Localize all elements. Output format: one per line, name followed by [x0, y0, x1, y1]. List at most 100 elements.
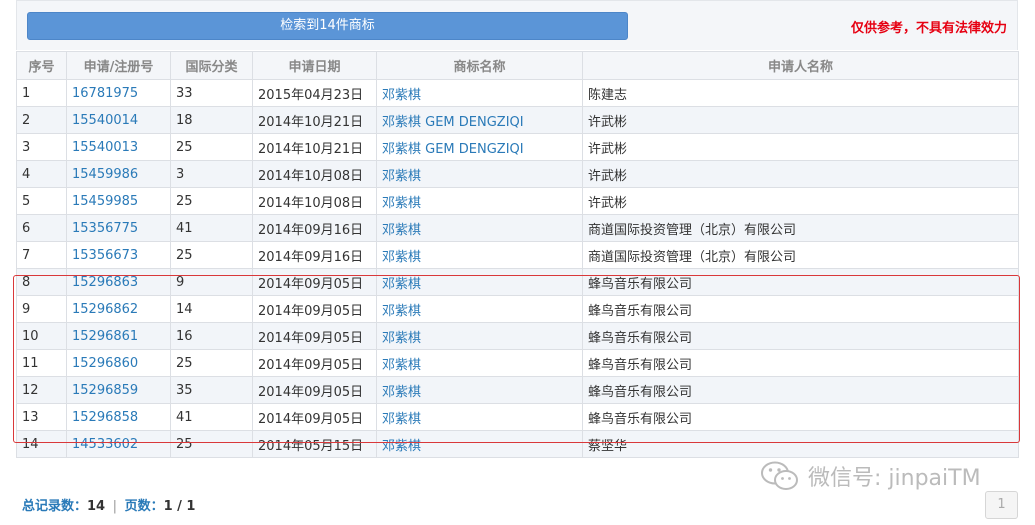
reg-number-link[interactable]: 15296860	[66, 349, 171, 377]
reg-number-link[interactable]: 15459986	[66, 160, 171, 188]
reg-number-link[interactable]: 14533602	[66, 430, 171, 458]
row-index: 10	[16, 322, 67, 350]
row-index: 12	[16, 376, 67, 404]
intl-class: 35	[170, 376, 253, 404]
applicant-name: 许武彬	[582, 133, 1019, 161]
reg-number-link[interactable]: 15296859	[66, 376, 171, 404]
intl-class: 18	[170, 106, 253, 134]
wechat-icon	[761, 461, 798, 490]
table-row: 3 15540013 25 2014年10月21日 邓紫棋 GEM DENGZIQI 许武…	[16, 133, 1019, 161]
applicant-name: 许武彬	[582, 106, 1019, 134]
table-row: 14 14533602 25 2014年05月15日 邓紫棋 蔡坚华	[16, 430, 1019, 458]
reg-number-link[interactable]: 16781975	[66, 79, 171, 107]
application-date: 2014年10月21日	[252, 133, 377, 161]
col-header-applicant: 申请人名称	[582, 51, 1019, 80]
row-index: 9	[16, 295, 67, 323]
table-row: 13 15296858 41 2014年09月05日 邓紫棋 蜂鸟音乐有限公司	[16, 403, 1019, 431]
intl-class: 41	[170, 214, 253, 242]
intl-class: 25	[170, 430, 253, 458]
search-results-button[interactable]: 检索到14件商标	[27, 12, 628, 40]
table-row: 4 15459986 3 2014年10月08日 邓紫棋 许武彬	[16, 160, 1019, 188]
intl-class: 16	[170, 322, 253, 350]
wechat-watermark: 微信号: jinpaiTM	[760, 458, 981, 494]
application-date: 2014年09月05日	[252, 268, 377, 296]
table-row: 2 15540014 18 2014年10月21日 邓紫棋 GEM DENGZIQI 许武…	[16, 106, 1019, 134]
page-count-label: 页数：	[124, 499, 164, 514]
table-row: 11 15296860 25 2014年09月05日 邓紫棋 蜂鸟音乐有限公司	[16, 349, 1019, 377]
table-row: 12 15296859 35 2014年09月05日 邓紫棋 蜂鸟音乐有限公司	[16, 376, 1019, 404]
trademark-name-link[interactable]: 邓紫棋	[376, 241, 583, 269]
intl-class: 25	[170, 241, 253, 269]
page-count-value: 1 / 1	[163, 499, 196, 514]
reg-number-link[interactable]: 15540013	[66, 133, 171, 161]
trademark-name-link[interactable]: 邓紫棋	[376, 403, 583, 431]
application-date: 2014年09月05日	[252, 376, 377, 404]
applicant-name: 许武彬	[582, 160, 1019, 188]
applicant-name: 蜂鸟音乐有限公司	[582, 268, 1019, 296]
application-date: 2014年05月15日	[252, 430, 377, 458]
row-index: 14	[16, 430, 67, 458]
row-index: 2	[16, 106, 67, 134]
trademark-name-link[interactable]: 邓紫棋	[376, 187, 583, 215]
row-index: 7	[16, 241, 67, 269]
intl-class: 3	[170, 160, 253, 188]
reg-number-link[interactable]: 15540014	[66, 106, 171, 134]
applicant-name: 蔡坚华	[582, 430, 1019, 458]
reg-number-link[interactable]: 15356673	[66, 241, 171, 269]
results-toolbar: 检索到14件商标 仅供参考，不具有法律效力	[16, 0, 1018, 50]
reg-number-link[interactable]: 15296862	[66, 295, 171, 323]
reg-number-link[interactable]: 15296863	[66, 268, 171, 296]
trademark-name-link[interactable]: 邓紫棋	[376, 79, 583, 107]
reg-number-link[interactable]: 15356775	[66, 214, 171, 242]
reg-number-link[interactable]: 15296858	[66, 403, 171, 431]
col-header-index: 序号	[16, 51, 67, 80]
row-index: 8	[16, 268, 67, 296]
col-header-date: 申请日期	[252, 51, 377, 80]
trademark-name-link[interactable]: 邓紫棋	[376, 214, 583, 242]
application-date: 2015年04月23日	[252, 79, 377, 107]
application-date: 2014年09月05日	[252, 322, 377, 350]
table-row: 1 16781975 33 2015年04月23日 邓紫棋 陈建志	[16, 79, 1019, 107]
application-date: 2014年10月08日	[252, 187, 377, 215]
row-index: 11	[16, 349, 67, 377]
application-date: 2014年09月16日	[252, 241, 377, 269]
applicant-name: 蜂鸟音乐有限公司	[582, 403, 1019, 431]
intl-class: 33	[170, 79, 253, 107]
row-index: 1	[16, 79, 67, 107]
intl-class: 14	[170, 295, 253, 323]
total-records-label: 总记录数：	[22, 499, 88, 514]
trademark-name-link[interactable]: 邓紫棋	[376, 160, 583, 188]
table-header-row: 序号 申请/注册号 国际分类 申请日期 商标名称 申请人名称	[16, 51, 1019, 80]
row-index: 6	[16, 214, 67, 242]
intl-class: 25	[170, 187, 253, 215]
application-date: 2014年10月08日	[252, 160, 377, 188]
table-row: 6 15356775 41 2014年09月16日 邓紫棋 商道国际投资管理（北京）有限公…	[16, 214, 1019, 242]
trademark-name-link[interactable]: 邓紫棋	[376, 268, 583, 296]
row-index: 3	[16, 133, 67, 161]
trademark-name-link[interactable]: 邓紫棋	[376, 349, 583, 377]
trademark-name-link[interactable]: 邓紫棋	[376, 376, 583, 404]
reg-number-link[interactable]: 15296861	[66, 322, 171, 350]
row-index: 5	[16, 187, 67, 215]
applicant-name: 陈建志	[582, 79, 1019, 107]
applicant-name: 许武彬	[582, 187, 1019, 215]
legal-disclaimer: 仅供参考，不具有法律效力	[850, 21, 1007, 36]
record-summary: 总记录数：14 | 页数：1 / 1	[22, 495, 195, 514]
summary-separator: |	[112, 499, 118, 514]
page-button-1[interactable]: 1	[985, 491, 1018, 519]
application-date: 2014年09月16日	[252, 214, 377, 242]
col-header-reg-number: 申请/注册号	[66, 51, 171, 80]
table-row: 7 15356673 25 2014年09月16日 邓紫棋 商道国际投资管理（北京）有限公…	[16, 241, 1019, 269]
reg-number-link[interactable]: 15459985	[66, 187, 171, 215]
trademark-name-link[interactable]: 邓紫棋	[376, 430, 583, 458]
col-header-trademark-name: 商标名称	[376, 51, 583, 80]
watermark-text: 微信号: jinpaiTM	[808, 466, 981, 491]
trademark-name-link[interactable]: 邓紫棋	[376, 295, 583, 323]
trademark-results-table: 序号 申请/注册号 国际分类 申请日期 商标名称 申请人名称 1 16781975 33 201…	[16, 51, 1019, 458]
applicant-name: 蜂鸟音乐有限公司	[582, 376, 1019, 404]
applicant-name: 商道国际投资管理（北京）有限公司	[582, 241, 1019, 269]
trademark-name-link[interactable]: 邓紫棋	[376, 322, 583, 350]
row-index: 4	[16, 160, 67, 188]
trademark-name-link[interactable]: 邓紫棋 GEM DENGZIQI	[376, 133, 583, 161]
trademark-name-link[interactable]: 邓紫棋 GEM DENGZIQI	[376, 106, 583, 134]
